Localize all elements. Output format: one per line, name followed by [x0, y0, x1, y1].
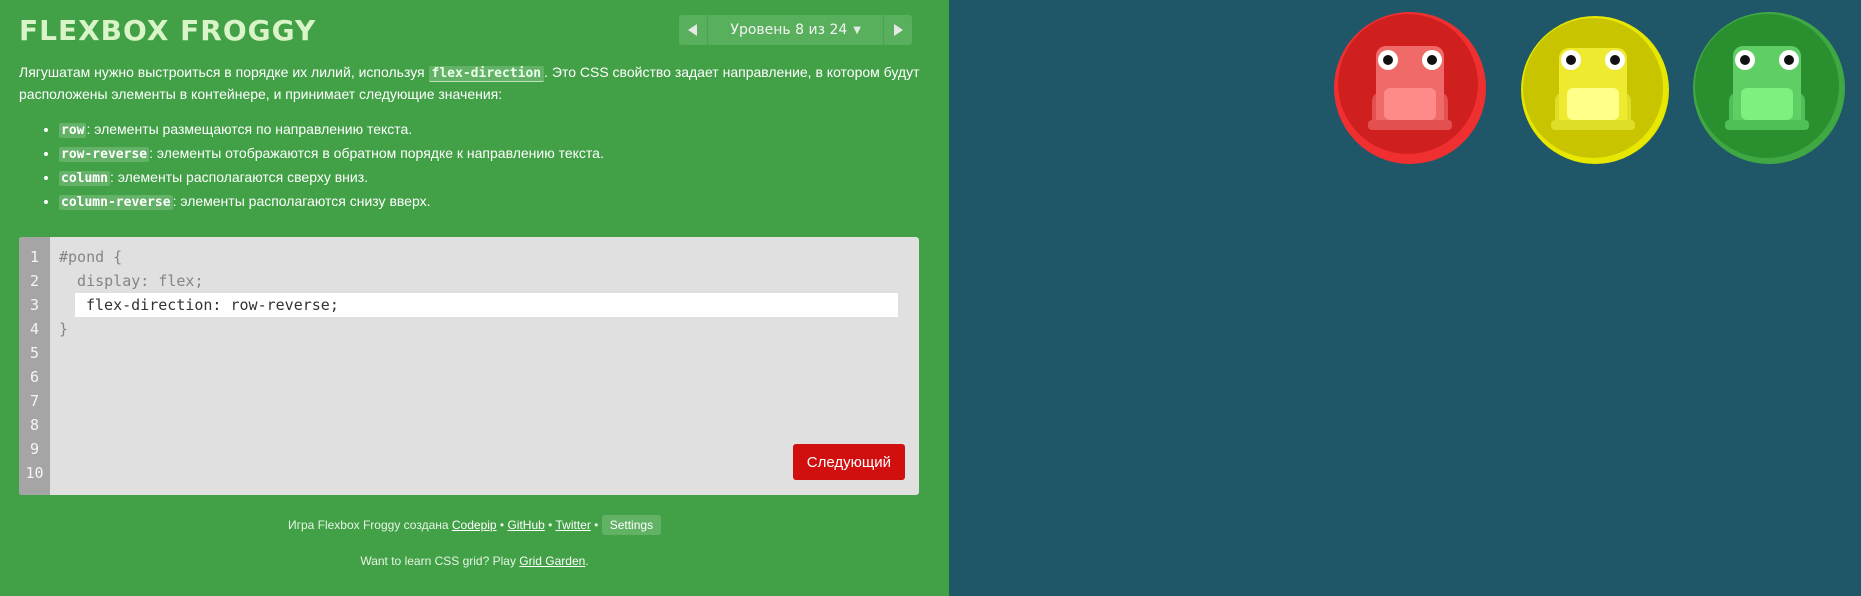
- separator: •: [590, 518, 602, 532]
- line-number: 2: [29, 272, 40, 290]
- previous-level-button[interactable]: [679, 15, 707, 45]
- credit-text: Игра Flexbox Froggy создана: [287, 518, 452, 532]
- separator: •: [496, 518, 508, 532]
- pond: [949, 0, 1861, 596]
- value-code: row: [59, 123, 87, 138]
- line-number: 8: [29, 416, 40, 434]
- grid-garden-promo: Want to learn CSS grid? Play Grid Garden…: [0, 554, 949, 568]
- values-list: row: элементы размещаются по направлению…: [19, 118, 930, 214]
- line-number: 6: [29, 368, 40, 386]
- list-item: row-reverse: элементы отображаются в обр…: [59, 142, 930, 166]
- credits: Игра Flexbox Froggy создана Codepip • Gi…: [0, 515, 949, 535]
- code-line: }: [59, 320, 69, 338]
- line-number: 9: [29, 440, 40, 458]
- instructions: Лягушатам нужно выстроиться в порядке их…: [19, 62, 930, 104]
- codepip-link[interactable]: Codepip: [452, 518, 497, 532]
- next-level-button[interactable]: [884, 15, 912, 45]
- code-line: #pond {: [59, 248, 123, 266]
- app: FLEXBOX FROGGY Уровень 8 из 24 ▼ Лягушат…: [0, 0, 1861, 596]
- next-button[interactable]: Следующий: [792, 444, 905, 480]
- caret-down-icon: ▼: [853, 24, 861, 36]
- green-lilypad-frog: [1689, 8, 1845, 164]
- line-number: 10: [25, 464, 44, 482]
- settings-button[interactable]: Settings: [601, 515, 662, 535]
- promo-text: Want to learn CSS grid? Play: [360, 554, 520, 568]
- line-number: 3: [29, 296, 40, 314]
- code-editor: 1 2 3 4 5 6 7 8 9 10 #pond { display: fl…: [19, 237, 919, 495]
- code-area: #pond { display: flex; } Следующий: [50, 237, 919, 495]
- grid-garden-link[interactable]: Grid Garden: [519, 554, 585, 568]
- value-code: column: [59, 171, 110, 186]
- line-number: 4: [29, 320, 40, 338]
- list-item: row: элементы размещаются по направлению…: [59, 118, 930, 142]
- arrow-right-icon: [894, 24, 903, 36]
- header: FLEXBOX FROGGY Уровень 8 из 24 ▼: [19, 0, 930, 60]
- value-code: column-reverse: [59, 195, 173, 210]
- red-lilypad-frog: [1332, 8, 1488, 164]
- value-code: row-reverse: [59, 147, 150, 162]
- value-desc: : элементы отображаются в обратном поряд…: [149, 145, 604, 161]
- level-nav: Уровень 8 из 24 ▼: [679, 15, 912, 45]
- yellow-lilypad-frog: [1515, 8, 1671, 164]
- list-item: column-reverse: элементы располагаются с…: [59, 190, 930, 214]
- promo-suffix: .: [585, 554, 589, 568]
- github-link[interactable]: GitHub: [507, 518, 544, 532]
- list-item: column: элементы располагаются сверху вн…: [59, 166, 930, 190]
- yellow-frog-icon: [1521, 16, 1669, 164]
- level-indicator[interactable]: Уровень 8 из 24 ▼: [707, 15, 884, 45]
- left-panel: FLEXBOX FROGGY Уровень 8 из 24 ▼ Лягушат…: [0, 0, 949, 596]
- value-desc: : элементы располагаются сверху вниз.: [109, 169, 369, 185]
- red-frog-icon: [1334, 12, 1486, 164]
- green-frog-icon: [1693, 12, 1845, 164]
- css-input[interactable]: [75, 293, 898, 317]
- level-label: Уровень 8 из 24: [730, 22, 848, 38]
- logo: FLEXBOX FROGGY: [19, 13, 317, 47]
- value-desc: : элементы располагаются снизу вверх.: [172, 193, 431, 209]
- flex-direction-code: flex-direction: [428, 66, 545, 82]
- line-number: 7: [29, 392, 40, 410]
- line-number: 1: [29, 248, 40, 266]
- value-desc: : элементы размещаются по направлению те…: [86, 121, 413, 137]
- line-numbers: 1 2 3 4 5 6 7 8 9 10: [19, 237, 50, 495]
- twitter-link[interactable]: Twitter: [555, 518, 590, 532]
- separator: •: [544, 518, 556, 532]
- line-number: 5: [29, 344, 40, 362]
- arrow-left-icon: [688, 24, 698, 36]
- intro-text: Лягушатам нужно выстроиться в порядке их…: [19, 64, 429, 80]
- code-line: display: flex;: [59, 272, 204, 290]
